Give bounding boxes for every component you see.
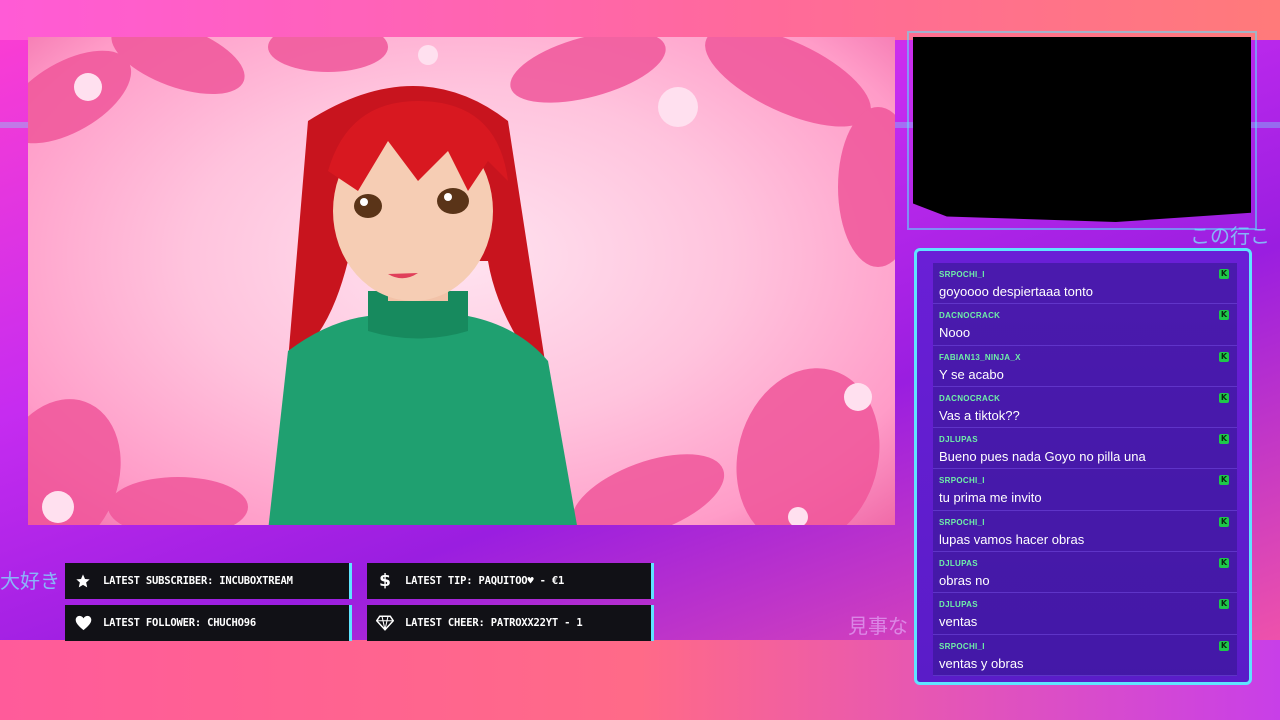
kick-badge-icon: K [1219, 392, 1229, 403]
chat-username[interactable]: DJLUPAS [939, 559, 1231, 569]
chat-username[interactable]: DACNOCRACK [939, 311, 1231, 321]
kick-badge-icon: K [1219, 310, 1229, 321]
kick-badge-icon: K [1219, 434, 1229, 445]
kick-badge-icon: K [1219, 475, 1229, 486]
chat-message: SRPOCHI_Iventas y obras K [933, 634, 1237, 676]
decor-japanese-text-left: 大好き [0, 569, 60, 593]
decor-japanese-text-mid: 見事な [848, 614, 908, 638]
chat-message: SRPOCHI_Itu prima me invito K [933, 469, 1237, 511]
kick-badge-icon: K [1219, 516, 1229, 527]
chat-message: DJLUPAS obras no K [933, 552, 1237, 594]
chat-username[interactable]: SRPOCHI_I [939, 476, 1231, 486]
latest-subscriber-label: LATEST SUBSCRIBER: INCUBOXTREAM [103, 575, 293, 587]
kick-badge-icon: K [1219, 351, 1229, 362]
chat-message: DJLUPAS Bueno pues nada Goyo no pilla una… [933, 428, 1237, 470]
chat-message-text: ventas y obras [939, 655, 1024, 671]
kick-badge-icon: K [1219, 599, 1229, 610]
kick-badge-icon: K [1219, 269, 1229, 279]
latest-tip-bar: $ LATEST TIP: PAQUITOO♥ - €1 [367, 563, 654, 599]
chat-username[interactable]: SRPOCHI_I [939, 518, 1231, 528]
stream-scene [28, 37, 895, 525]
chat-message: SRPOCHI_Ilupas vamos hacer obras K [933, 510, 1237, 553]
chat-username[interactable]: SRPOCHI_I [939, 642, 1231, 652]
chat-message: DACNOCRACK Nooo K [933, 304, 1237, 346]
chat-message: FABIAN13_NINJA_X Y se acabo K [933, 345, 1237, 387]
chat-message: SRPOCHI_Igoyoooo despiertaaa tonto K [933, 263, 1237, 305]
chat-username[interactable]: DACNOCRACK [939, 394, 1231, 404]
webcam-feed [913, 37, 1251, 222]
chat-message-text: Bueno pues nada Goyo no pilla una [939, 449, 1146, 465]
latest-cheer-label: LATEST CHEER: PATROXX22YT - 1 [405, 617, 583, 629]
heart-icon [73, 613, 93, 633]
chat-message-text: Y se acabo [939, 366, 1004, 382]
chat-username[interactable]: FABIAN13_NINJA_X [939, 353, 1231, 363]
vtuber-avatar [268, 86, 577, 525]
chat-message-text: lupas vamos hacer obras [939, 531, 1085, 547]
latest-subscriber-bar: LATEST SUBSCRIBER: INCUBOXTREAM [65, 563, 352, 599]
chat-username[interactable]: SRPOCHI_I [939, 270, 1231, 280]
dollar-icon: $ [379, 571, 391, 591]
kick-badge-icon: K [1219, 558, 1229, 569]
chat-panel: SRPOCHI_I goyoooo despiertaaa tonto K DACNO… [914, 248, 1252, 685]
chat-message-text: tu prima me invito [939, 490, 1042, 506]
chat-message-text: obras no [939, 573, 990, 589]
chat-username[interactable]: DJLUPAS [939, 600, 1231, 610]
chat-message-text: ventas [939, 614, 978, 630]
star-icon [73, 571, 93, 591]
chat-message: DACNOCRACK Vas a tiktok?? K [933, 386, 1237, 429]
chat-message-text: goyoooo despiertaaa tonto [939, 284, 1093, 299]
chat-message: DJLUPAS ventas K [933, 593, 1237, 635]
latest-cheer-bar: LATEST CHEER: PATROXX22YT - 1 [367, 605, 654, 641]
latest-follower-label: LATEST FOLLOWER: CHUCHO96 [103, 617, 257, 629]
latest-tip-label: LATEST TIP: PAQUITOO♥ - €1 [405, 575, 565, 587]
chat-message-text: Nooo [939, 325, 971, 341]
kick-badge-icon: K [1219, 640, 1229, 651]
diamond-icon [375, 613, 395, 633]
latest-follower-bar: LATEST FOLLOWER: CHUCHO96 [65, 605, 352, 641]
chat-message-text: Vas a tiktok?? [939, 407, 1020, 423]
chat-username[interactable]: DJLUPAS [939, 435, 1231, 445]
